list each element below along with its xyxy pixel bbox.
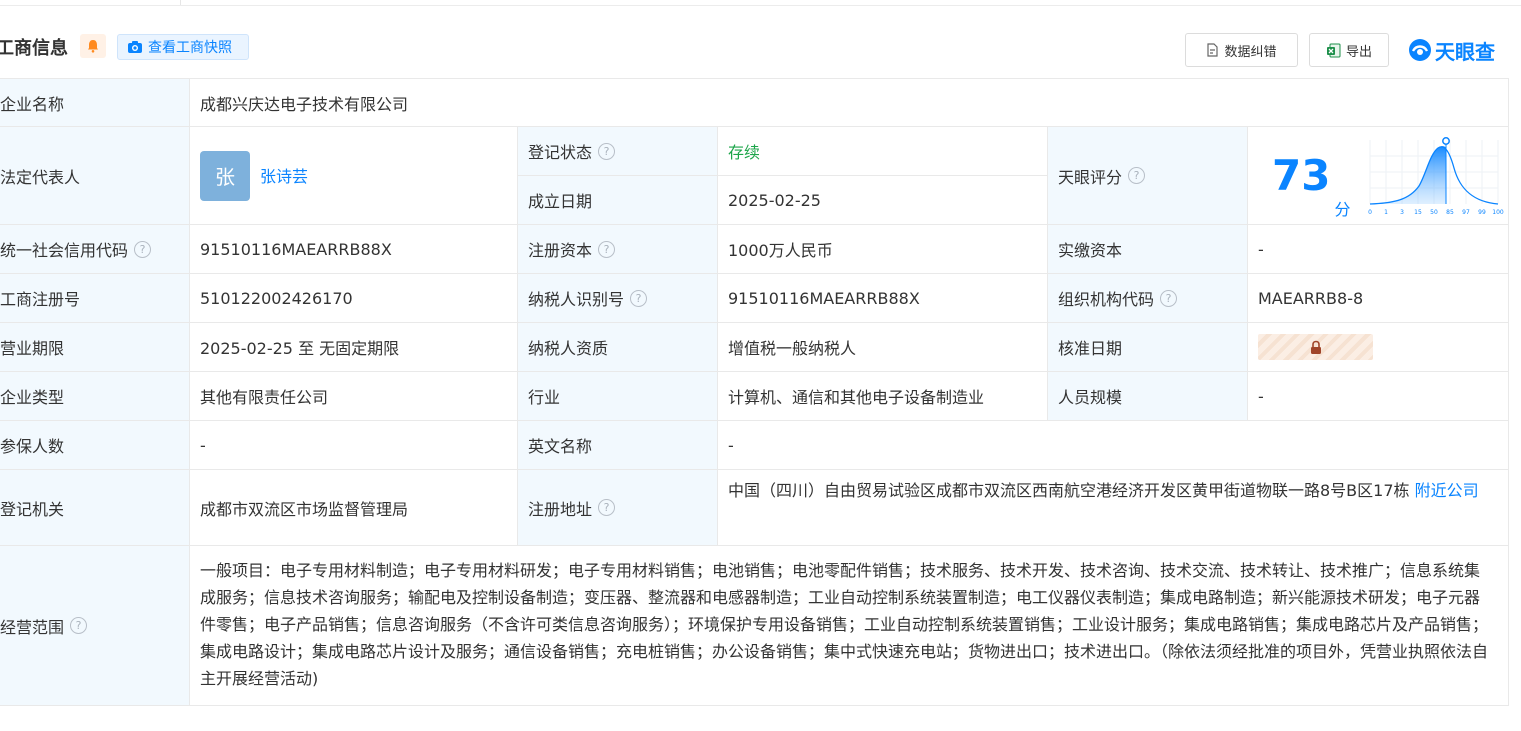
- chart-tick-label: 15: [1415, 209, 1423, 216]
- insured-value: -: [190, 421, 518, 470]
- chart-tick-label: 99: [1479, 209, 1487, 216]
- approve-date-value: [1248, 323, 1509, 372]
- score-unit: 分: [1334, 200, 1351, 219]
- paid-capital-value: -: [1248, 225, 1509, 274]
- legal-rep-link[interactable]: 张诗芸: [260, 163, 308, 187]
- business-info-table: 企业名称 成都兴庆达电子技术有限公司 法定代表人 张 张诗芸 登记状态? 存续 …: [0, 78, 1509, 706]
- view-snapshot-button[interactable]: 查看工商快照: [117, 34, 249, 60]
- help-icon[interactable]: ?: [134, 240, 152, 258]
- scope-value: 一般项目：电子专用材料制造；电子专用材料研发；电子专用材料销售；电池销售；电池零…: [190, 546, 1509, 706]
- taxpayer-qual-label: 纳税人资质: [518, 323, 718, 372]
- scope-text: 一般项目：电子专用材料制造；电子专用材料研发；电子专用材料销售；电池销售；电池零…: [200, 561, 1489, 688]
- help-icon[interactable]: ?: [598, 499, 616, 516]
- chart-tick-label: 50: [1431, 209, 1439, 216]
- data-correction-button[interactable]: 数据纠错: [1185, 33, 1298, 67]
- staff-label: 人员规模: [1048, 372, 1248, 421]
- section-header: 工商信息 查看工商快照 数据纠错 导出 天眼查: [0, 30, 1521, 67]
- paid-capital-label: 实缴资本: [1048, 225, 1248, 274]
- industry-label: 行业: [518, 372, 718, 421]
- taxpayer-id-label: 纳税人识别号?: [518, 274, 718, 323]
- authority-value: 成都市双流区市场监督管理局: [190, 470, 518, 546]
- excel-icon: [1326, 43, 1341, 57]
- score-number: 73: [1272, 150, 1331, 200]
- approve-date-label: 核准日期: [1048, 323, 1248, 372]
- term-label: 营业期限: [0, 323, 190, 372]
- help-icon[interactable]: ?: [1160, 289, 1178, 307]
- credit-code-value: 91510116MAEARRB88X: [190, 225, 518, 274]
- chart-tick-label: 3: [1401, 209, 1405, 216]
- founded-value: 2025-02-25: [718, 176, 1048, 225]
- address-value: 中国（四川）自由贸易试验区成都市双流区西南航空港经济开发区黄甲街道物联一路8号B…: [718, 470, 1509, 546]
- address-label: 注册地址?: [518, 470, 718, 546]
- data-correction-label: 数据纠错: [1224, 44, 1277, 60]
- score-distribution-chart: 0 1 3 15 50 85 97 99 100: [1369, 136, 1505, 216]
- export-button[interactable]: 导出: [1309, 33, 1389, 67]
- chart-tick-label: 97: [1463, 209, 1471, 216]
- company-type-label: 企业类型: [0, 372, 190, 421]
- help-icon[interactable]: ?: [70, 617, 88, 634]
- taxpayer-qual-value: 增值税一般纳税人: [718, 323, 1048, 372]
- org-code-label: 组织机构代码?: [1048, 274, 1248, 323]
- top-divider: [0, 0, 1521, 6]
- company-type-value: 其他有限责任公司: [190, 372, 518, 421]
- help-icon[interactable]: ?: [630, 289, 648, 307]
- credit-code-label: 统一社会信用代码?: [0, 225, 190, 274]
- authority-label: 登记机关: [0, 470, 190, 546]
- avatar: 张: [200, 150, 250, 201]
- org-code-value: MAEARRB8-8: [1248, 274, 1509, 323]
- help-icon[interactable]: ?: [1128, 167, 1146, 184]
- english-name-value: -: [718, 421, 1509, 470]
- export-label: 导出: [1345, 44, 1372, 60]
- section-title: 工商信息: [0, 38, 68, 59]
- tianyancha-logo: 天眼查: [1408, 35, 1495, 65]
- taxpayer-id-value: 91510116MAEARRB88X: [718, 274, 1048, 323]
- document-edit-icon: [1207, 43, 1219, 57]
- chart-tick-label: 1: [1385, 209, 1389, 216]
- term-value: 2025-02-25 至 无固定期限: [190, 323, 518, 372]
- company-name-label: 企业名称: [0, 79, 190, 127]
- logo-eye-icon: [1409, 39, 1431, 61]
- camera-icon: [128, 41, 142, 53]
- score-label: 天眼评分?: [1048, 127, 1248, 225]
- industry-value: 计算机、通信和其他电子设备制造业: [718, 372, 1048, 421]
- legal-rep-label: 法定代表人: [0, 127, 190, 225]
- reg-no-label: 工商注册号: [0, 274, 190, 323]
- staff-value: -: [1248, 372, 1509, 421]
- view-snapshot-label: 查看工商快照: [148, 40, 232, 56]
- lock-icon: [1310, 340, 1321, 354]
- status-label: 登记状态?: [518, 127, 718, 176]
- vip-locked-field[interactable]: [1258, 334, 1373, 360]
- help-icon[interactable]: ?: [598, 142, 616, 160]
- reg-capital-label: 注册资本?: [518, 225, 718, 274]
- founded-label: 成立日期: [518, 176, 718, 225]
- chart-tick-label: 0: [1369, 209, 1373, 216]
- bell-icon[interactable]: [80, 34, 106, 58]
- status-value: 存续: [718, 127, 1048, 176]
- score-value[interactable]: 73 分 0 1 3 15 50 85 97 99 100: [1248, 127, 1509, 225]
- address-text: 中国（四川）自由贸易试验区成都市双流区西南航空港经济开发区黄甲街道物联一路8号B…: [728, 481, 1410, 500]
- logo-text: 天眼查: [1435, 39, 1495, 64]
- help-icon[interactable]: ?: [598, 240, 616, 258]
- scope-label: 经营范围?: [0, 546, 190, 706]
- nearby-companies-link[interactable]: 附近公司: [1415, 481, 1479, 500]
- reg-no-value: 510122002426170: [190, 274, 518, 323]
- chart-tick-label: 85: [1447, 209, 1455, 216]
- legal-rep-value: 张 张诗芸: [190, 127, 518, 225]
- insured-label: 参保人数: [0, 421, 190, 470]
- reg-capital-value: 1000万人民币: [718, 225, 1048, 274]
- english-name-label: 英文名称: [518, 421, 718, 470]
- company-name-value: 成都兴庆达电子技术有限公司: [190, 79, 1509, 127]
- chart-tick-label: 100: [1493, 209, 1505, 216]
